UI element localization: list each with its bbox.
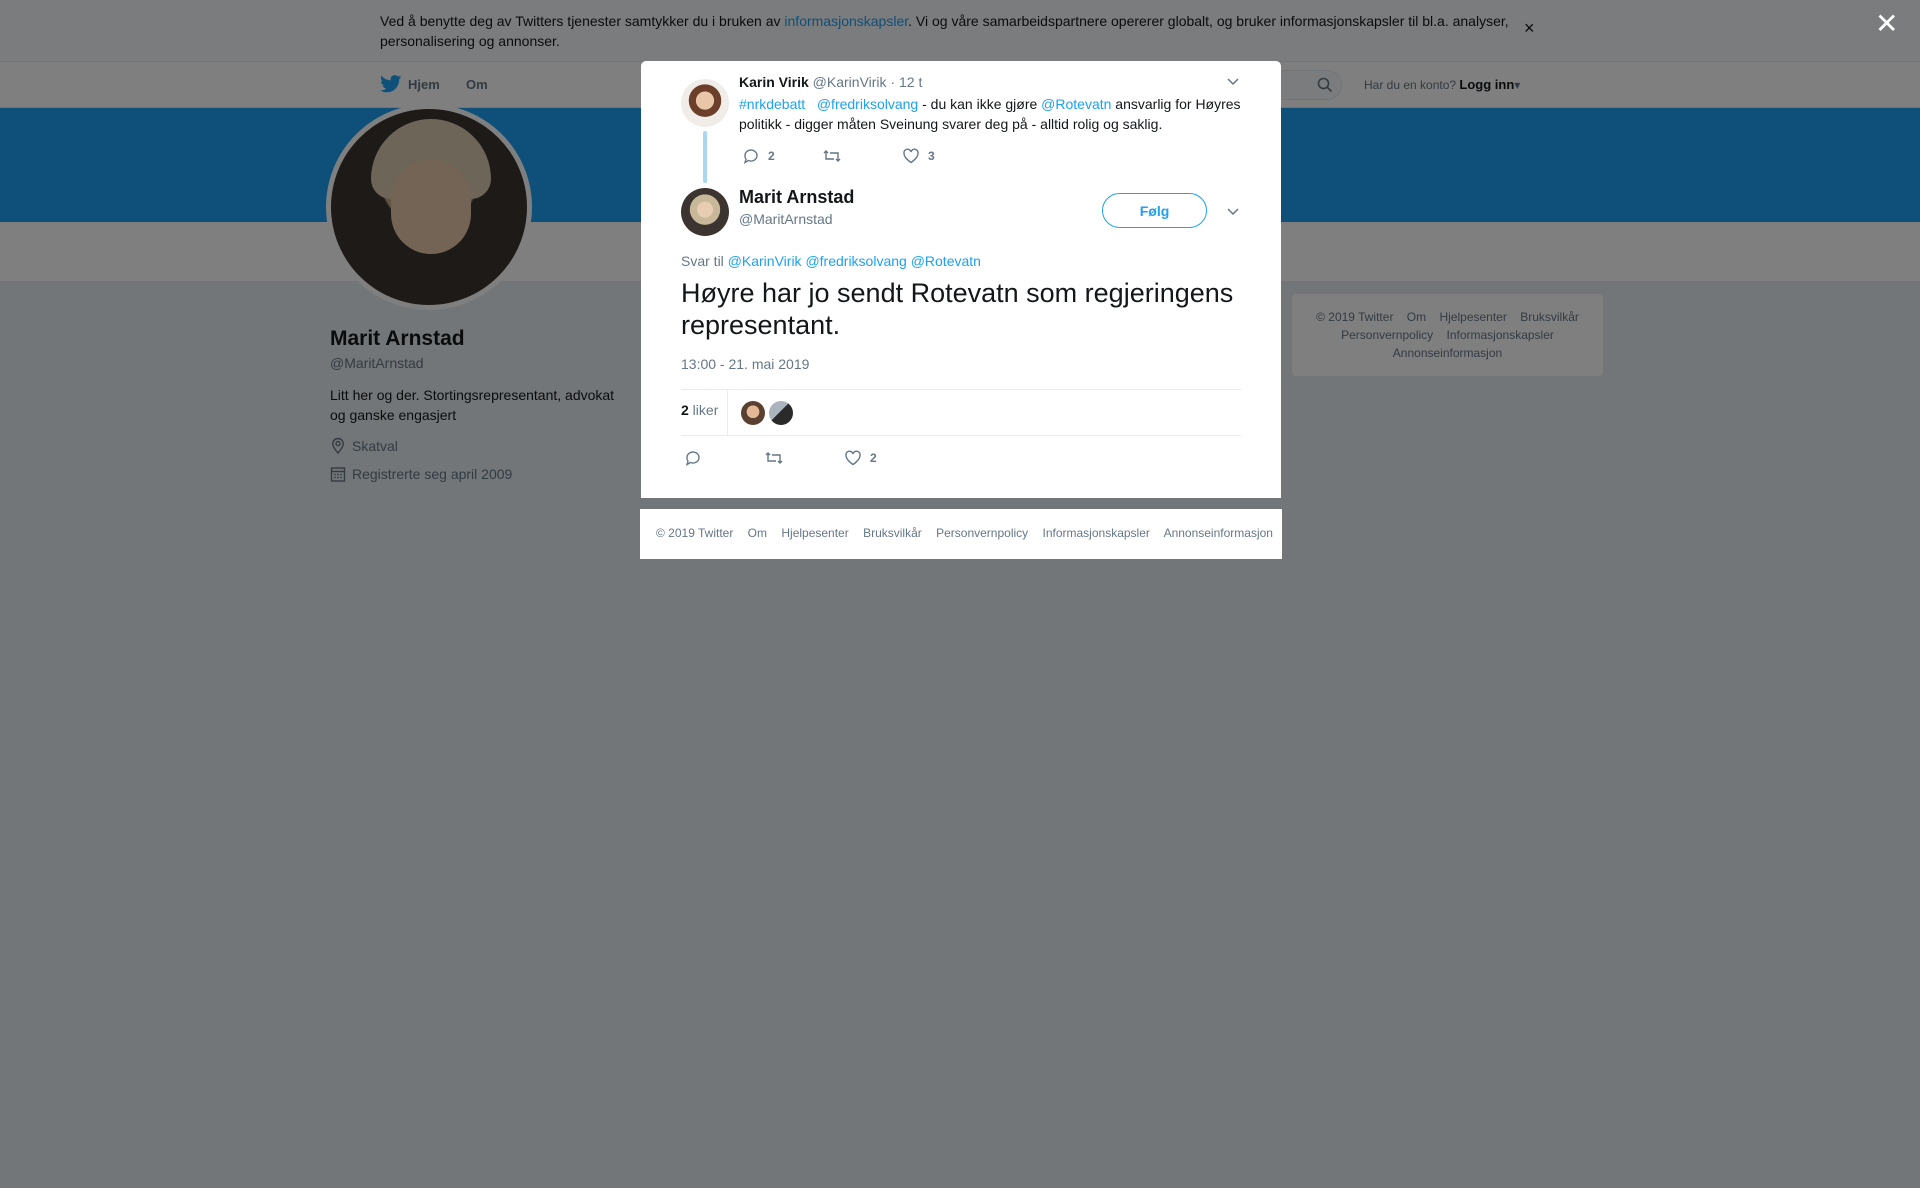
follow-button[interactable]: Følg [1102,193,1207,228]
reply-icon [685,451,700,466]
hashtag-link[interactable]: #nrkdebatt [739,96,805,112]
reply-context: Svar til @KarinVirik @fredriksolvang @Ro… [681,253,981,269]
avatar[interactable] [681,188,729,236]
footer-link[interactable]: Personvernpolicy [936,526,1028,540]
footer-link[interactable]: Annonseinformasjon [1164,526,1273,540]
author-name[interactable]: Karin Virik [739,74,809,90]
chevron-down-icon[interactable] [1226,75,1240,89]
like-button[interactable]: 3 [902,147,935,165]
divider [681,435,1241,436]
thread-connector [703,131,707,183]
tweet-timestamp[interactable]: 13:00 - 21. mai 2019 [681,356,809,372]
footer-link[interactable]: Bruksvilkår [863,526,922,540]
reply-icon [743,149,758,164]
author-handle[interactable]: @MaritArnstad [739,211,833,227]
heart-icon [903,148,919,164]
footer-link[interactable]: Informasjonskapsler [1043,526,1150,540]
retweet-icon [823,150,841,162]
reply-button[interactable] [684,449,764,467]
reply-button[interactable]: 2 [742,147,822,165]
parent-tweet-text: #nrkdebatt @fredriksolvang - du kan ikke… [739,96,1241,132]
author-handle[interactable]: @KarinVirik [813,74,887,90]
mention-link[interactable]: @fredriksolvang [817,96,918,112]
retweet-button[interactable] [764,449,844,467]
liker-avatar[interactable] [741,401,765,425]
close-icon[interactable]: ✕ [1875,10,1898,38]
divider [727,390,728,435]
mention-link[interactable]: @Rotevatn [1041,96,1111,112]
avatar[interactable] [681,79,729,127]
retweet-button[interactable] [822,147,902,165]
tweet-text: Høyre har jo sendt Rotevatn som regjerin… [681,278,1234,340]
mention-link[interactable]: @KarinVirik @fredriksolvang @Rotevatn [728,253,981,269]
like-button[interactable]: 2 [844,449,877,467]
parent-tweet-header: Karin Virik @KarinVirik · 12 t [739,74,922,90]
author-name[interactable]: Marit Arnstad [739,187,854,208]
chevron-down-icon[interactable] [1226,205,1240,219]
parent-tweet-actions: 2 3 [742,147,935,165]
tweet-modal: Karin Virik @KarinVirik · 12 t #nrkdebat… [641,61,1281,498]
footer-link[interactable]: Hjelpesenter [781,526,848,540]
tweet-time[interactable]: · 12 t [890,74,922,90]
footer-link[interactable]: Om [748,526,767,540]
modal-footer: © 2019 Twitter Om Hjelpesenter Bruksvilk… [640,509,1282,559]
divider [681,389,1241,390]
tweet-actions: 2 [684,449,877,467]
retweet-icon [765,452,783,464]
heart-icon [845,450,861,466]
liker-avatar[interactable] [769,401,793,425]
footer-link[interactable]: © 2019 Twitter [656,526,733,540]
likes-count[interactable]: 2 liker [681,402,718,418]
